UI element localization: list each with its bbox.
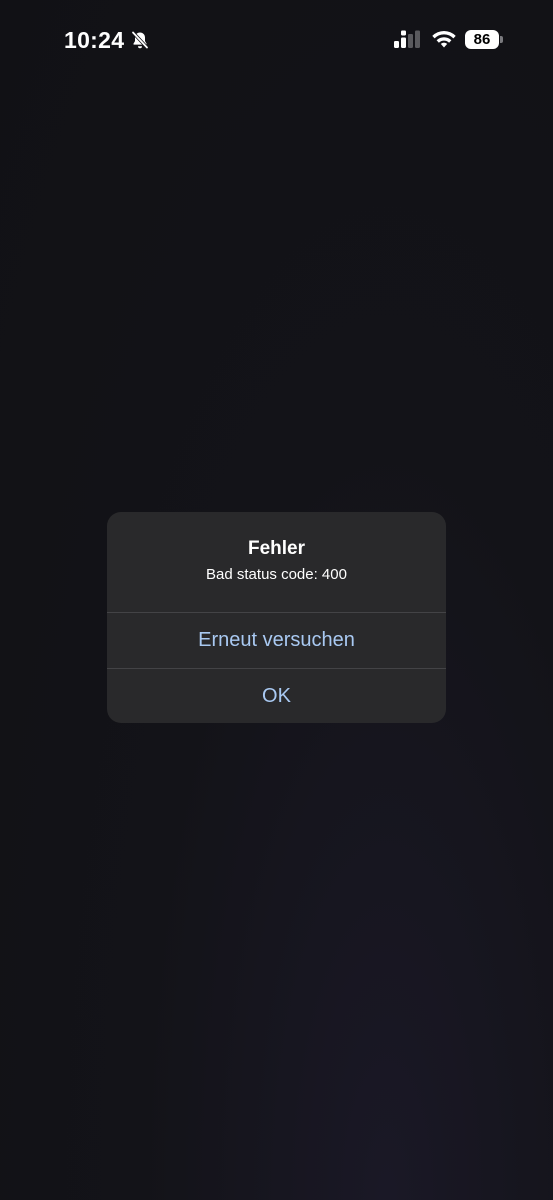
wifi-icon — [431, 29, 457, 49]
bell-slash-icon — [130, 30, 150, 50]
cellular-signal-icon — [394, 29, 422, 49]
battery-indicator: 86 — [465, 29, 503, 49]
status-indicators: 86 — [394, 29, 503, 49]
status-time: 10:24 — [64, 27, 125, 53]
screen: 10:24 86 Fehler Bad status code: 400 Ern… — [0, 0, 553, 1200]
ok-button[interactable]: OK — [107, 669, 446, 723]
alert-header: Fehler Bad status code: 400 — [107, 512, 446, 612]
status-bar: 10:24 86 — [0, 0, 553, 80]
retry-button[interactable]: Erneut versuchen — [107, 613, 446, 668]
alert-message: Bad status code: 400 — [206, 566, 347, 583]
time-group: 10:24 — [64, 26, 150, 54]
battery-cap — [500, 35, 503, 43]
battery-level: 86 — [465, 29, 499, 49]
error-alert: Fehler Bad status code: 400 Erneut versu… — [107, 512, 446, 723]
alert-title: Fehler — [247, 538, 306, 559]
